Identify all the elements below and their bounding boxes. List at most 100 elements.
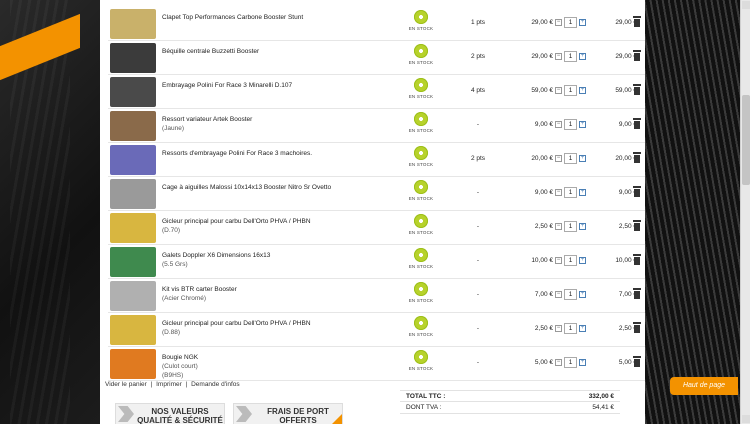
product-name[interactable]: Galets Doppler X6 Dimensions 16x13 (5.5 G…: [162, 251, 412, 269]
product-name[interactable]: Embrayage Polini For Race 3 Minarelli D.…: [162, 81, 412, 90]
decrease-quantity-button[interactable]: −: [555, 155, 562, 162]
quantity-input[interactable]: 1: [564, 153, 577, 164]
product-name-text[interactable]: Ressort variateur Artek Booster: [162, 116, 252, 123]
product-name-text[interactable]: Clapet Top Performances Carbone Booster …: [162, 14, 303, 21]
info-request-link[interactable]: Demande d'infos: [191, 381, 240, 388]
scroll-down-arrow[interactable]: [742, 415, 750, 423]
product-name[interactable]: Bougie NGK (Culot court) (B9HS): [162, 353, 412, 380]
scroll-up-arrow[interactable]: [742, 1, 750, 9]
trash-icon[interactable]: [633, 288, 641, 299]
page-scrollbar[interactable]: [740, 0, 750, 424]
product-thumbnail[interactable]: [110, 111, 156, 141]
quantity-stepper: −1 +: [555, 357, 587, 369]
product-name[interactable]: Gicleur principal pour carbu Dell'Orto P…: [162, 217, 412, 235]
values-banner-text: NOS VALEURS QUALITÉ & SÉCURITÉ: [137, 407, 223, 424]
decrease-quantity-button[interactable]: −: [555, 325, 562, 332]
product-name[interactable]: Ressorts d'embrayage Polini For Race 3 m…: [162, 149, 412, 158]
product-name-text[interactable]: Bougie NGK: [162, 354, 198, 361]
increase-quantity-button[interactable]: +: [579, 359, 586, 366]
quantity-input[interactable]: 1: [564, 255, 577, 266]
increase-quantity-button[interactable]: +: [579, 189, 586, 196]
stock-status: EN STOCK: [404, 350, 438, 371]
product-name-text[interactable]: Béquille centrale Buzzetti Booster: [162, 48, 259, 55]
decrease-quantity-button[interactable]: −: [555, 53, 562, 60]
product-thumbnail[interactable]: [110, 349, 156, 379]
trash-icon[interactable]: [633, 84, 641, 95]
product-name-text[interactable]: Ressorts d'embrayage Polini For Race 3 m…: [162, 150, 312, 157]
trash-icon[interactable]: [633, 186, 641, 197]
decrease-quantity-button[interactable]: −: [555, 19, 562, 26]
product-name-text[interactable]: Kit vis BTR carter Booster: [162, 286, 237, 293]
quantity-input[interactable]: 1: [564, 119, 577, 130]
quantity-input[interactable]: 1: [564, 85, 577, 96]
product-name-text[interactable]: Embrayage Polini For Race 3 Minarelli D.…: [162, 82, 292, 89]
trash-icon[interactable]: [633, 152, 641, 163]
trash-icon[interactable]: [633, 220, 641, 231]
trash-icon[interactable]: [633, 254, 641, 265]
product-thumbnail[interactable]: [110, 9, 156, 39]
product-thumbnail[interactable]: [110, 43, 156, 73]
product-name[interactable]: Cage à aiguilles Malossi 10x14x13 Booste…: [162, 183, 412, 192]
increase-quantity-button[interactable]: +: [579, 257, 586, 264]
quantity-input[interactable]: 1: [564, 17, 577, 28]
cart-row: Ressorts d'embrayage Polini For Race 3 m…: [108, 143, 645, 177]
product-thumbnail[interactable]: [110, 247, 156, 277]
print-link[interactable]: Imprimer: [156, 381, 182, 388]
product-thumbnail[interactable]: [110, 145, 156, 175]
trash-icon[interactable]: [633, 50, 641, 61]
product-name-text[interactable]: Gicleur principal pour carbu Dell'Orto P…: [162, 218, 311, 225]
scroll-thumb[interactable]: [742, 95, 750, 185]
product-name[interactable]: Kit vis BTR carter Booster (Acier Chromé): [162, 285, 412, 303]
product-name[interactable]: Gicleur principal pour carbu Dell'Orto P…: [162, 319, 412, 337]
empty-cart-link[interactable]: Vider le panier: [105, 381, 147, 388]
line-total: 2,50 €: [618, 325, 637, 332]
quantity-input[interactable]: 1: [564, 323, 577, 334]
cart-row: Kit vis BTR carter Booster (Acier Chromé)…: [108, 279, 645, 313]
increase-quantity-button[interactable]: +: [579, 223, 586, 230]
quantity-input[interactable]: 1: [564, 221, 577, 232]
unit-price: 10,00 €: [531, 257, 553, 264]
decrease-quantity-button[interactable]: −: [555, 291, 562, 298]
cart-row: Galets Doppler X6 Dimensions 16x13 (5.5 G…: [108, 245, 645, 279]
unit-price: 59,00 €: [531, 87, 553, 94]
shipping-banner[interactable]: FRAIS DE PORT OFFERTS: [233, 403, 343, 424]
trash-icon[interactable]: [633, 356, 641, 367]
increase-quantity-button[interactable]: +: [579, 19, 586, 26]
product-name-text[interactable]: Gicleur principal pour carbu Dell'Orto P…: [162, 320, 311, 327]
trash-icon[interactable]: [633, 322, 641, 333]
decrease-quantity-button[interactable]: −: [555, 223, 562, 230]
increase-quantity-button[interactable]: +: [579, 87, 586, 94]
decrease-quantity-button[interactable]: −: [555, 189, 562, 196]
quantity-input[interactable]: 1: [564, 289, 577, 300]
product-name[interactable]: Ressort variateur Artek Booster (Jaune): [162, 115, 412, 133]
quantity-input[interactable]: 1: [564, 187, 577, 198]
decrease-quantity-button[interactable]: −: [555, 87, 562, 94]
loyalty-points: -: [476, 359, 480, 366]
quantity-stepper: −1 +: [555, 153, 587, 165]
product-variant: (5.5 Grs): [162, 261, 188, 268]
values-banner[interactable]: NOS VALEURS QUALITÉ & SÉCURITÉ: [115, 403, 225, 424]
product-name[interactable]: Béquille centrale Buzzetti Booster: [162, 47, 412, 56]
increase-quantity-button[interactable]: +: [579, 291, 586, 298]
product-variant: (Culot court): [162, 363, 198, 370]
product-name-text[interactable]: Galets Doppler X6 Dimensions 16x13: [162, 252, 270, 259]
increase-quantity-button[interactable]: +: [579, 155, 586, 162]
product-name[interactable]: Clapet Top Performances Carbone Booster …: [162, 13, 412, 22]
product-thumbnail[interactable]: [110, 77, 156, 107]
trash-icon[interactable]: [633, 16, 641, 27]
decrease-quantity-button[interactable]: −: [555, 359, 562, 366]
product-thumbnail[interactable]: [110, 281, 156, 311]
product-thumbnail[interactable]: [110, 213, 156, 243]
product-name-text[interactable]: Cage à aiguilles Malossi 10x14x13 Booste…: [162, 184, 331, 191]
product-thumbnail[interactable]: [110, 315, 156, 345]
quantity-input[interactable]: 1: [564, 51, 577, 62]
decrease-quantity-button[interactable]: −: [555, 121, 562, 128]
quantity-input[interactable]: 1: [564, 357, 577, 368]
decrease-quantity-button[interactable]: −: [555, 257, 562, 264]
increase-quantity-button[interactable]: +: [579, 121, 586, 128]
back-to-top-button[interactable]: Haut de page: [670, 377, 738, 395]
increase-quantity-button[interactable]: +: [579, 325, 586, 332]
trash-icon[interactable]: [633, 118, 641, 129]
product-thumbnail[interactable]: [110, 179, 156, 209]
increase-quantity-button[interactable]: +: [579, 53, 586, 60]
